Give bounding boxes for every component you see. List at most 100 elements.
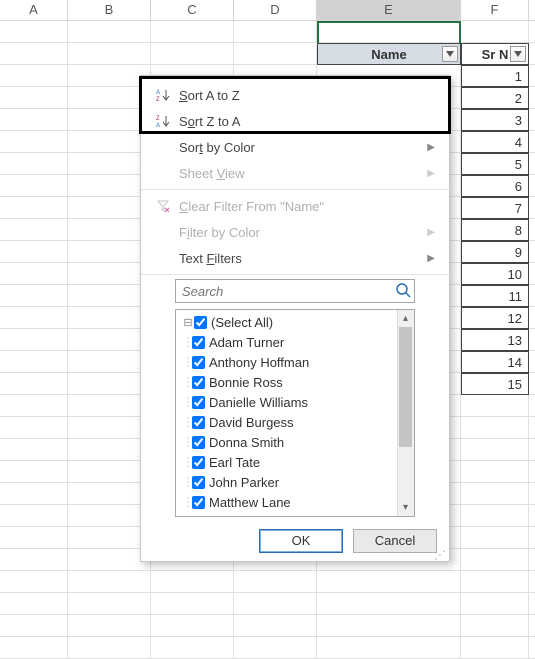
cell[interactable] (0, 87, 68, 109)
checklist-checkbox[interactable] (192, 336, 205, 349)
cell[interactable] (151, 21, 234, 43)
cell[interactable] (0, 307, 68, 329)
cell-srn[interactable]: 9 (461, 241, 529, 263)
cell[interactable] (68, 87, 151, 109)
checklist-item[interactable]: ⋮Matthew Lane (182, 492, 414, 512)
cell[interactable] (0, 373, 68, 395)
cell[interactable] (0, 21, 68, 43)
cell[interactable] (68, 373, 151, 395)
cell[interactable] (68, 175, 151, 197)
cell-srn[interactable]: 5 (461, 153, 529, 175)
scrollbar-thumb[interactable] (399, 327, 412, 447)
checklist-item[interactable]: ⋮Earl Tate (182, 452, 414, 472)
cell-srn[interactable]: 10 (461, 263, 529, 285)
cancel-button[interactable]: Cancel (353, 529, 437, 553)
checklist-item[interactable]: ⋮Bonnie Ross (182, 372, 414, 392)
col-header-a[interactable]: A (0, 0, 68, 20)
cell[interactable] (68, 109, 151, 131)
cell[interactable] (68, 153, 151, 175)
cell[interactable] (68, 21, 151, 43)
cell[interactable] (461, 21, 529, 43)
cell[interactable] (0, 219, 68, 241)
checklist-checkbox[interactable] (192, 476, 205, 489)
col-header-e[interactable]: E (317, 0, 461, 20)
cell-srn[interactable]: 7 (461, 197, 529, 219)
cell[interactable] (0, 43, 68, 65)
cell[interactable] (0, 351, 68, 373)
checklist-item[interactable]: ⋮Adam Turner (182, 332, 414, 352)
cell[interactable] (68, 219, 151, 241)
cell-srn[interactable]: 2 (461, 87, 529, 109)
cell-srn[interactable]: 12 (461, 307, 529, 329)
cell[interactable] (151, 43, 234, 65)
cell[interactable] (0, 285, 68, 307)
menu-sort-desc[interactable]: ZA Sort Z to A (141, 108, 449, 134)
filter-button-srn[interactable] (510, 46, 526, 62)
cell-srn[interactable]: 3 (461, 109, 529, 131)
cell-srn[interactable]: 6 (461, 175, 529, 197)
cell[interactable] (68, 351, 151, 373)
table-header-srn[interactable]: Sr N (461, 43, 529, 65)
cell[interactable] (68, 197, 151, 219)
menu-sort-asc[interactable]: AZ Sort A to Z (141, 82, 449, 108)
scrollbar-track[interactable]: ▴ ▾ (397, 310, 414, 516)
checklist-checkbox[interactable] (192, 436, 205, 449)
col-header-d[interactable]: D (234, 0, 317, 20)
checklist-checkbox[interactable] (192, 416, 205, 429)
search-input[interactable] (175, 279, 415, 303)
tree-collapse-icon[interactable]: ⊟ (182, 316, 194, 329)
checklist-item[interactable]: ⋮Anthony Hoffman (182, 352, 414, 372)
checklist-item[interactable]: ⋮Donna Smith (182, 432, 414, 452)
cell[interactable] (68, 241, 151, 263)
cell[interactable] (0, 109, 68, 131)
cell-srn[interactable]: 11 (461, 285, 529, 307)
cell[interactable] (0, 329, 68, 351)
cell[interactable] (68, 131, 151, 153)
cell[interactable] (234, 43, 317, 65)
scrollbar-down-icon[interactable]: ▾ (397, 499, 414, 516)
resize-grip-icon[interactable]: ⋰ (434, 551, 447, 559)
checklist-item[interactable]: ⋮Danielle Williams (182, 392, 414, 412)
cell[interactable] (0, 263, 68, 285)
checklist-checkbox[interactable] (194, 316, 207, 329)
cell-srn[interactable]: 15 (461, 373, 529, 395)
cell-srn[interactable]: 8 (461, 219, 529, 241)
cell-srn[interactable]: 1 (461, 65, 529, 87)
col-header-c[interactable]: C (151, 0, 234, 20)
cell-srn[interactable]: 14 (461, 351, 529, 373)
table-header-name[interactable]: Name (317, 43, 461, 65)
checklist-checkbox[interactable] (192, 356, 205, 369)
menu-sort-color[interactable]: Sort by Color ▶ (141, 134, 449, 160)
cell[interactable] (234, 21, 317, 43)
cell[interactable] (68, 329, 151, 351)
filter-button-name[interactable] (442, 46, 458, 62)
filter-checklist[interactable]: ⊟(Select All)⋮Adam Turner⋮Anthony Hoffma… (175, 309, 415, 517)
cell[interactable] (0, 131, 68, 153)
menu-text-filters[interactable]: Text Filters ▶ (141, 245, 449, 271)
cell-active[interactable] (317, 21, 461, 43)
checklist-checkbox[interactable] (192, 456, 205, 469)
cell[interactable] (68, 65, 151, 87)
cell[interactable] (68, 263, 151, 285)
checklist-item[interactable]: ⋮David Burgess (182, 412, 414, 432)
col-header-b[interactable]: B (68, 0, 151, 20)
cell-srn[interactable]: 13 (461, 329, 529, 351)
cell[interactable] (0, 197, 68, 219)
checklist-item[interactable]: ⋮John Parker (182, 472, 414, 492)
checklist-checkbox[interactable] (192, 396, 205, 409)
menu-sort-color-label: Sort by Color (175, 140, 427, 155)
col-header-f[interactable]: F (461, 0, 529, 20)
cell[interactable] (0, 153, 68, 175)
checklist-item[interactable]: ⊟(Select All) (182, 312, 414, 332)
scrollbar-up-icon[interactable]: ▴ (397, 310, 414, 327)
checklist-checkbox[interactable] (192, 376, 205, 389)
cell[interactable] (68, 307, 151, 329)
cell-srn[interactable]: 4 (461, 131, 529, 153)
ok-button[interactable]: OK (259, 529, 343, 553)
cell[interactable] (0, 175, 68, 197)
cell[interactable] (68, 285, 151, 307)
cell[interactable] (0, 241, 68, 263)
checklist-checkbox[interactable] (192, 496, 205, 509)
cell[interactable] (0, 65, 68, 87)
cell[interactable] (68, 43, 151, 65)
